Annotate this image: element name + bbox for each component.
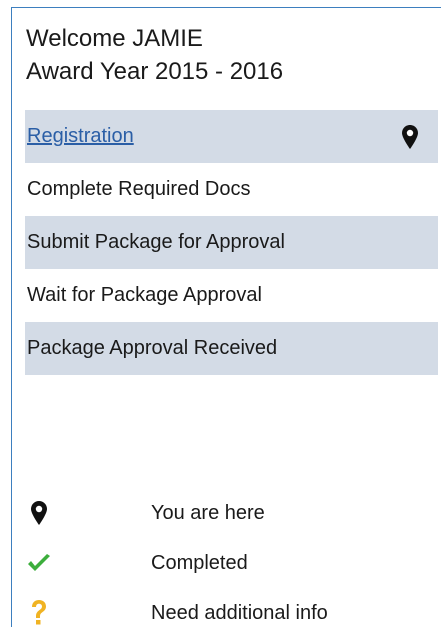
step-list: Registration Complete Required Docs Subm… xyxy=(25,110,438,375)
legend-you-are-here: You are here xyxy=(25,488,425,538)
legend-label: Completed xyxy=(151,551,248,574)
question-mark-icon xyxy=(25,599,53,627)
registration-link[interactable]: Registration xyxy=(27,125,134,148)
welcome-text: Welcome JAMIE xyxy=(26,25,203,52)
legend-need-info: Need additional info xyxy=(25,588,425,638)
welcome-header: Welcome JAMIE Award Year 2015 - 2016 xyxy=(26,22,283,88)
step-label: Complete Required Docs xyxy=(27,178,251,200)
step-registration: Registration xyxy=(25,110,438,163)
checkmark-icon xyxy=(25,553,53,573)
map-pin-icon xyxy=(402,124,418,149)
map-pin-icon xyxy=(25,501,53,525)
step-submit-package: Submit Package for Approval xyxy=(25,216,438,269)
step-label: Wait for Package Approval xyxy=(27,284,262,306)
legend-label: Need additional info xyxy=(151,601,328,624)
legend-completed: Completed xyxy=(25,538,425,588)
award-year-text: Award Year 2015 - 2016 xyxy=(26,58,284,85)
step-wait-for-approval: Wait for Package Approval xyxy=(25,269,438,322)
progress-panel: Welcome JAMIE Award Year 2015 - 2016 Reg… xyxy=(11,7,441,627)
step-approval-received: Package Approval Received xyxy=(25,322,438,375)
step-label: Package Approval Received xyxy=(27,337,278,359)
legend-label: You are here xyxy=(151,501,265,524)
step-label: Submit Package for Approval xyxy=(27,231,285,253)
step-complete-required-docs: Complete Required Docs xyxy=(25,163,438,216)
